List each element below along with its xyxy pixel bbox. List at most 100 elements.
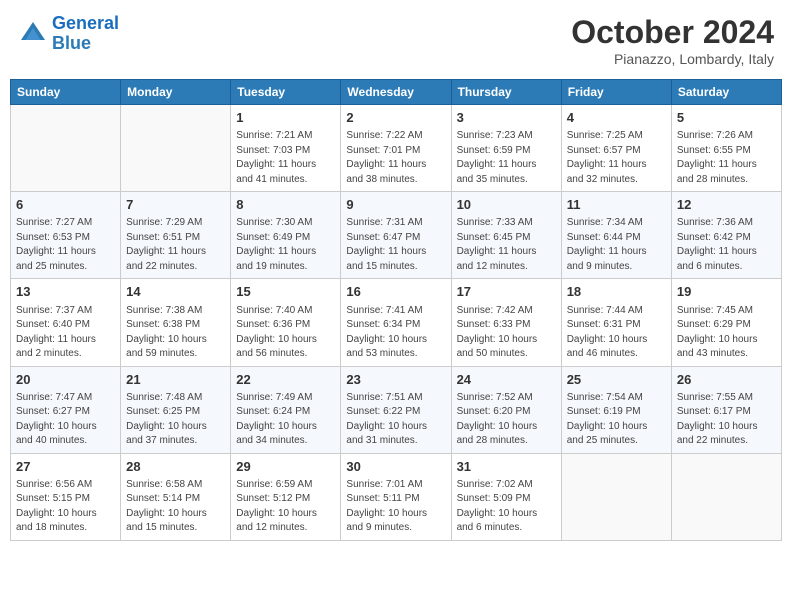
- calendar-cell: 18 Sunrise: 7:44 AMSunset: 6:31 PMDayligh…: [561, 279, 671, 366]
- calendar-cell: 24Sunrise: 7:52 AMSunset: 6:20 PMDayligh…: [451, 366, 561, 453]
- calendar-cell: 15 Sunrise: 7:40 AMSunset: 6:36 PMDayligh…: [231, 279, 341, 366]
- col-sunday: Sunday: [11, 80, 121, 105]
- day-number: 31: [457, 458, 556, 476]
- day-number: 22: [236, 371, 335, 389]
- calendar-cell: 19 Sunrise: 7:45 AMSunset: 6:29 PMDayligh…: [671, 279, 781, 366]
- calendar-table: Sunday Monday Tuesday Wednesday Thursday…: [10, 79, 782, 541]
- week-row-4: 20 Sunrise: 7:47 AMSunset: 6:27 PMDayligh…: [11, 366, 782, 453]
- day-info: Sunrise: 7:26 AMSunset: 6:55 PMDaylight:…: [677, 129, 776, 187]
- day-info: Sunrise: 7:27 AMSunset: 6:53 PMDaylight:…: [16, 216, 115, 274]
- col-saturday: Saturday: [671, 80, 781, 105]
- calendar-cell: 21Sunrise: 7:48 AMSunset: 6:25 PMDayligh…: [121, 366, 231, 453]
- calendar-cell: [561, 453, 671, 540]
- day-info: Sunrise: 7:51 AMSunset: 6:22 PMDaylight:…: [346, 391, 445, 449]
- day-info: Sunrise: 7:22 AMSunset: 7:01 PMDaylight:…: [346, 129, 445, 187]
- day-info: Sunrise: 6:56 AMSunset: 5:15 PMDaylight:…: [16, 478, 115, 536]
- col-wednesday: Wednesday: [341, 80, 451, 105]
- day-info: Sunrise: 7:36 AMSunset: 6:42 PMDaylight:…: [677, 216, 776, 274]
- day-info: Sunrise: 7:29 AMSunset: 6:51 PMDaylight:…: [126, 216, 225, 274]
- title-block: October 2024 Pianazzo, Lombardy, Italy: [571, 14, 774, 67]
- day-number: 9: [346, 196, 445, 214]
- calendar-cell: 13Sunrise: 7:37 AMSunset: 6:40 PMDayligh…: [11, 279, 121, 366]
- day-number: 8: [236, 196, 335, 214]
- calendar-cell: 20 Sunrise: 7:47 AMSunset: 6:27 PMDayligh…: [11, 366, 121, 453]
- day-number: 16: [346, 283, 445, 301]
- calendar-cell: 14 Sunrise: 7:38 AMSunset: 6:38 PMDayligh…: [121, 279, 231, 366]
- day-number: 14: [126, 283, 225, 301]
- day-number: 1: [236, 109, 335, 127]
- day-info: Sunrise: 7:37 AMSunset: 6:40 PMDaylight:…: [16, 304, 115, 362]
- logo: General Blue: [18, 14, 119, 54]
- col-monday: Monday: [121, 80, 231, 105]
- day-info: Sunrise: 7:01 AMSunset: 5:11 PMDaylight:…: [346, 478, 445, 536]
- calendar-cell: 1 Sunrise: 7:21 AMSunset: 7:03 PMDaylight…: [231, 105, 341, 192]
- col-thursday: Thursday: [451, 80, 561, 105]
- page-header: General Blue October 2024 Pianazzo, Lomb…: [10, 10, 782, 71]
- day-number: 18: [567, 283, 666, 301]
- day-info: Sunrise: 7:23 AMSunset: 6:59 PMDaylight:…: [457, 129, 556, 187]
- calendar-cell: 29Sunrise: 6:59 AMSunset: 5:12 PMDayligh…: [231, 453, 341, 540]
- day-number: 28: [126, 458, 225, 476]
- day-number: 12: [677, 196, 776, 214]
- day-number: 20: [16, 371, 115, 389]
- calendar-cell: 7 Sunrise: 7:29 AMSunset: 6:51 PMDaylight…: [121, 192, 231, 279]
- day-info: Sunrise: 7:38 AMSunset: 6:38 PMDaylight:…: [126, 304, 225, 362]
- day-number: 2: [346, 109, 445, 127]
- calendar-cell: 27 Sunrise: 6:56 AMSunset: 5:15 PMDayligh…: [11, 453, 121, 540]
- calendar-cell: 3 Sunrise: 7:23 AMSunset: 6:59 PMDaylight…: [451, 105, 561, 192]
- day-info: Sunrise: 7:47 AMSunset: 6:27 PMDaylight:…: [16, 391, 115, 449]
- calendar-cell: 2 Sunrise: 7:22 AMSunset: 7:01 PMDaylight…: [341, 105, 451, 192]
- day-info: Sunrise: 6:58 AMSunset: 5:14 PMDaylight:…: [126, 478, 225, 536]
- day-info: Sunrise: 7:25 AMSunset: 6:57 PMDaylight:…: [567, 129, 666, 187]
- day-number: 15: [236, 283, 335, 301]
- day-info: Sunrise: 7:02 AMSunset: 5:09 PMDaylight:…: [457, 478, 556, 536]
- calendar-cell: 25Sunrise: 7:54 AMSunset: 6:19 PMDayligh…: [561, 366, 671, 453]
- calendar-cell: 28 Sunrise: 6:58 AMSunset: 5:14 PMDayligh…: [121, 453, 231, 540]
- day-number: 19: [677, 283, 776, 301]
- month-title: October 2024: [571, 14, 774, 51]
- day-info: Sunrise: 7:30 AMSunset: 6:49 PMDaylight:…: [236, 216, 335, 274]
- logo-text: General Blue: [52, 14, 119, 54]
- calendar-cell: 5 Sunrise: 7:26 AMSunset: 6:55 PMDaylight…: [671, 105, 781, 192]
- day-number: 4: [567, 109, 666, 127]
- logo-icon: [18, 19, 48, 49]
- day-info: Sunrise: 7:40 AMSunset: 6:36 PMDaylight:…: [236, 304, 335, 362]
- day-number: 6: [16, 196, 115, 214]
- day-number: 5: [677, 109, 776, 127]
- col-friday: Friday: [561, 80, 671, 105]
- calendar-cell: 22 Sunrise: 7:49 AMSunset: 6:24 PMDayligh…: [231, 366, 341, 453]
- day-info: Sunrise: 7:34 AMSunset: 6:44 PMDaylight:…: [567, 216, 666, 274]
- calendar-cell: 10 Sunrise: 7:33 AMSunset: 6:45 PMDayligh…: [451, 192, 561, 279]
- day-number: 21: [126, 371, 225, 389]
- day-number: 27: [16, 458, 115, 476]
- day-number: 3: [457, 109, 556, 127]
- day-info: Sunrise: 7:31 AMSunset: 6:47 PMDaylight:…: [346, 216, 445, 274]
- calendar-cell: 16 Sunrise: 7:41 AMSunset: 6:34 PMDayligh…: [341, 279, 451, 366]
- calendar-cell: [121, 105, 231, 192]
- day-info: Sunrise: 7:55 AMSunset: 6:17 PMDaylight:…: [677, 391, 776, 449]
- day-info: Sunrise: 7:21 AMSunset: 7:03 PMDaylight:…: [236, 129, 335, 187]
- calendar-cell: 30 Sunrise: 7:01 AMSunset: 5:11 PMDayligh…: [341, 453, 451, 540]
- week-row-1: 1 Sunrise: 7:21 AMSunset: 7:03 PMDaylight…: [11, 105, 782, 192]
- day-info: Sunrise: 7:45 AMSunset: 6:29 PMDaylight:…: [677, 304, 776, 362]
- day-info: Sunrise: 7:49 AMSunset: 6:24 PMDaylight:…: [236, 391, 335, 449]
- calendar-cell: 17 Sunrise: 7:42 AMSunset: 6:33 PMDayligh…: [451, 279, 561, 366]
- day-info: Sunrise: 7:33 AMSunset: 6:45 PMDaylight:…: [457, 216, 556, 274]
- day-info: Sunrise: 7:52 AMSunset: 6:20 PMDaylight:…: [457, 391, 556, 449]
- calendar-cell: [11, 105, 121, 192]
- day-number: 30: [346, 458, 445, 476]
- calendar-cell: 31 Sunrise: 7:02 AMSunset: 5:09 PMDayligh…: [451, 453, 561, 540]
- day-info: Sunrise: 7:44 AMSunset: 6:31 PMDaylight:…: [567, 304, 666, 362]
- calendar-cell: 6 Sunrise: 7:27 AMSunset: 6:53 PMDaylight…: [11, 192, 121, 279]
- day-number: 17: [457, 283, 556, 301]
- day-number: 10: [457, 196, 556, 214]
- calendar-cell: 12 Sunrise: 7:36 AMSunset: 6:42 PMDayligh…: [671, 192, 781, 279]
- day-info: Sunrise: 7:41 AMSunset: 6:34 PMDaylight:…: [346, 304, 445, 362]
- day-number: 26: [677, 371, 776, 389]
- day-number: 7: [126, 196, 225, 214]
- day-number: 11: [567, 196, 666, 214]
- day-info: Sunrise: 7:42 AMSunset: 6:33 PMDaylight:…: [457, 304, 556, 362]
- col-tuesday: Tuesday: [231, 80, 341, 105]
- calendar-cell: [671, 453, 781, 540]
- calendar-cell: 9 Sunrise: 7:31 AMSunset: 6:47 PMDaylight…: [341, 192, 451, 279]
